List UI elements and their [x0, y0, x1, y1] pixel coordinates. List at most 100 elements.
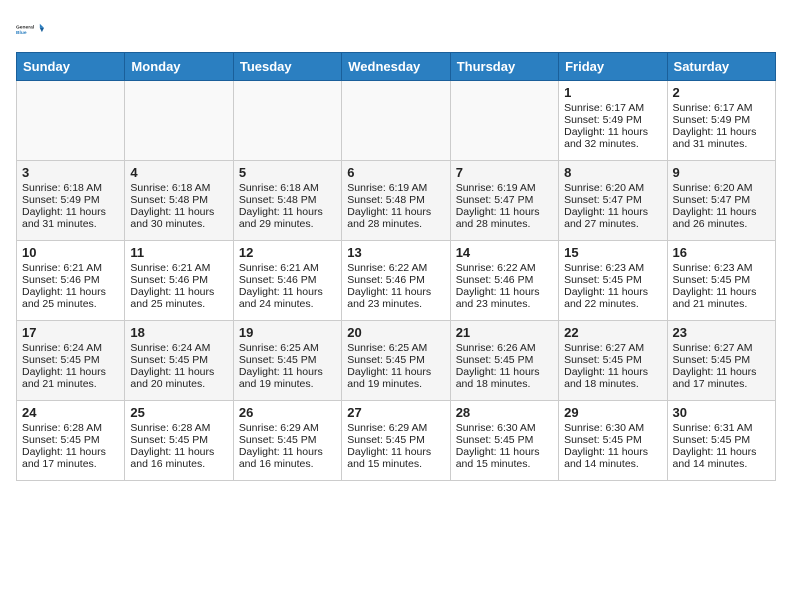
calendar-cell: 19Sunrise: 6:25 AMSunset: 5:45 PMDayligh…	[233, 321, 341, 401]
day-info: and 14 minutes.	[564, 458, 661, 470]
day-info: and 14 minutes.	[673, 458, 770, 470]
day-info: Sunrise: 6:29 AM	[239, 422, 336, 434]
day-number: 6	[347, 165, 444, 180]
day-info: Daylight: 11 hours	[347, 366, 444, 378]
day-info: Sunrise: 6:25 AM	[347, 342, 444, 354]
day-info: and 21 minutes.	[22, 378, 119, 390]
day-info: Daylight: 11 hours	[22, 286, 119, 298]
day-info: Sunset: 5:48 PM	[347, 194, 444, 206]
calendar-cell: 26Sunrise: 6:29 AMSunset: 5:45 PMDayligh…	[233, 401, 341, 481]
day-info: Daylight: 11 hours	[130, 286, 227, 298]
svg-text:General: General	[16, 25, 35, 31]
day-number: 24	[22, 405, 119, 420]
day-info: and 22 minutes.	[564, 298, 661, 310]
day-info: and 21 minutes.	[673, 298, 770, 310]
day-number: 17	[22, 325, 119, 340]
day-info: Sunset: 5:45 PM	[347, 354, 444, 366]
calendar-cell: 2Sunrise: 6:17 AMSunset: 5:49 PMDaylight…	[667, 81, 775, 161]
day-info: and 31 minutes.	[22, 218, 119, 230]
day-info: Sunset: 5:46 PM	[22, 274, 119, 286]
calendar-cell: 20 Sunrise: 6:25 AMSunset: 5:45 PMDayligh…	[342, 321, 450, 401]
day-info: Sunset: 5:49 PM	[22, 194, 119, 206]
day-info: Sunrise: 6:24 AM	[22, 342, 119, 354]
day-number: 20	[347, 325, 444, 340]
day-number: 29	[564, 405, 661, 420]
day-info: Daylight: 11 hours	[673, 126, 770, 138]
day-number: 5	[239, 165, 336, 180]
day-info: Sunrise: 6:30 AM	[456, 422, 553, 434]
calendar-cell: 28Sunrise: 6:30 AMSunset: 5:45 PMDayligh…	[450, 401, 558, 481]
day-info: and 28 minutes.	[347, 218, 444, 230]
calendar-cell: 14Sunrise: 6:22 AMSunset: 5:46 PMDayligh…	[450, 241, 558, 321]
calendar-cell: 6Sunrise: 6:19 AMSunset: 5:48 PMDaylight…	[342, 161, 450, 241]
calendar-cell: 18Sunrise: 6:24 AMSunset: 5:45 PMDayligh…	[125, 321, 233, 401]
day-info: Daylight: 11 hours	[673, 286, 770, 298]
day-info: Daylight: 11 hours	[239, 286, 336, 298]
day-info: Sunrise: 6:29 AM	[347, 422, 444, 434]
day-number: 11	[130, 245, 227, 260]
day-number: 7	[456, 165, 553, 180]
calendar-cell: 22Sunrise: 6:27 AMSunset: 5:45 PMDayligh…	[559, 321, 667, 401]
calendar-cell: 17Sunrise: 6:24 AMSunset: 5:45 PMDayligh…	[17, 321, 125, 401]
page-header: General Blue	[16, 16, 776, 44]
day-info: Sunset: 5:48 PM	[239, 194, 336, 206]
day-number: 21	[456, 325, 553, 340]
day-info: Daylight: 11 hours	[347, 286, 444, 298]
calendar-cell: 11Sunrise: 6:21 AMSunset: 5:46 PMDayligh…	[125, 241, 233, 321]
day-info: Sunrise: 6:24 AM	[130, 342, 227, 354]
day-info: and 20 minutes.	[130, 378, 227, 390]
day-number: 30	[673, 405, 770, 420]
day-number: 12	[239, 245, 336, 260]
svg-text:Blue: Blue	[16, 30, 27, 36]
day-number: 25	[130, 405, 227, 420]
day-info: Sunrise: 6:28 AM	[130, 422, 227, 434]
day-info: Daylight: 11 hours	[564, 446, 661, 458]
calendar-cell: 3Sunrise: 6:18 AMSunset: 5:49 PMDaylight…	[17, 161, 125, 241]
day-info: Daylight: 11 hours	[239, 366, 336, 378]
day-info: and 24 minutes.	[239, 298, 336, 310]
day-info: and 16 minutes.	[239, 458, 336, 470]
day-info: Sunset: 5:45 PM	[564, 434, 661, 446]
calendar-cell: 7Sunrise: 6:19 AMSunset: 5:47 PMDaylight…	[450, 161, 558, 241]
calendar-cell: 25Sunrise: 6:28 AMSunset: 5:45 PMDayligh…	[125, 401, 233, 481]
day-number: 3	[22, 165, 119, 180]
day-info: Sunrise: 6:23 AM	[673, 262, 770, 274]
day-info: Daylight: 11 hours	[564, 286, 661, 298]
day-info: Daylight: 11 hours	[22, 446, 119, 458]
calendar-cell: 15Sunrise: 6:23 AMSunset: 5:45 PMDayligh…	[559, 241, 667, 321]
day-info: and 25 minutes.	[130, 298, 227, 310]
calendar-cell: 4Sunrise: 6:18 AMSunset: 5:48 PMDaylight…	[125, 161, 233, 241]
logo: General Blue	[16, 16, 44, 44]
day-info: Sunrise: 6:21 AM	[239, 262, 336, 274]
calendar-cell: 10Sunrise: 6:21 AMSunset: 5:46 PMDayligh…	[17, 241, 125, 321]
day-info: Sunset: 5:45 PM	[673, 434, 770, 446]
day-info: and 19 minutes.	[347, 378, 444, 390]
day-info: Sunrise: 6:31 AM	[673, 422, 770, 434]
day-info: and 32 minutes.	[564, 138, 661, 150]
calendar-cell	[17, 81, 125, 161]
calendar-cell	[342, 81, 450, 161]
logo-icon: General Blue	[16, 16, 44, 44]
day-info: Sunset: 5:49 PM	[673, 114, 770, 126]
calendar-week-row: 10Sunrise: 6:21 AMSunset: 5:46 PMDayligh…	[17, 241, 776, 321]
calendar-cell: 1Sunrise: 6:17 AMSunset: 5:49 PMDaylight…	[559, 81, 667, 161]
day-info: and 19 minutes.	[239, 378, 336, 390]
calendar-cell: 12Sunrise: 6:21 AMSunset: 5:46 PMDayligh…	[233, 241, 341, 321]
day-info: Daylight: 11 hours	[456, 286, 553, 298]
calendar-cell: 8Sunrise: 6:20 AMSunset: 5:47 PMDaylight…	[559, 161, 667, 241]
day-info: Sunrise: 6:27 AM	[673, 342, 770, 354]
day-info: Daylight: 11 hours	[673, 446, 770, 458]
day-info: Daylight: 11 hours	[456, 366, 553, 378]
day-info: and 26 minutes.	[673, 218, 770, 230]
day-info: Sunrise: 6:27 AM	[564, 342, 661, 354]
day-header-monday: Monday	[125, 53, 233, 81]
day-info: Sunset: 5:48 PM	[130, 194, 227, 206]
day-info: Sunrise: 6:25 AM	[239, 342, 336, 354]
day-info: Sunrise: 6:22 AM	[456, 262, 553, 274]
day-number: 2	[673, 85, 770, 100]
day-info: and 27 minutes.	[564, 218, 661, 230]
day-info: Sunrise: 6:19 AM	[456, 182, 553, 194]
day-info: Sunrise: 6:23 AM	[564, 262, 661, 274]
day-header-thursday: Thursday	[450, 53, 558, 81]
day-info: Daylight: 11 hours	[130, 446, 227, 458]
